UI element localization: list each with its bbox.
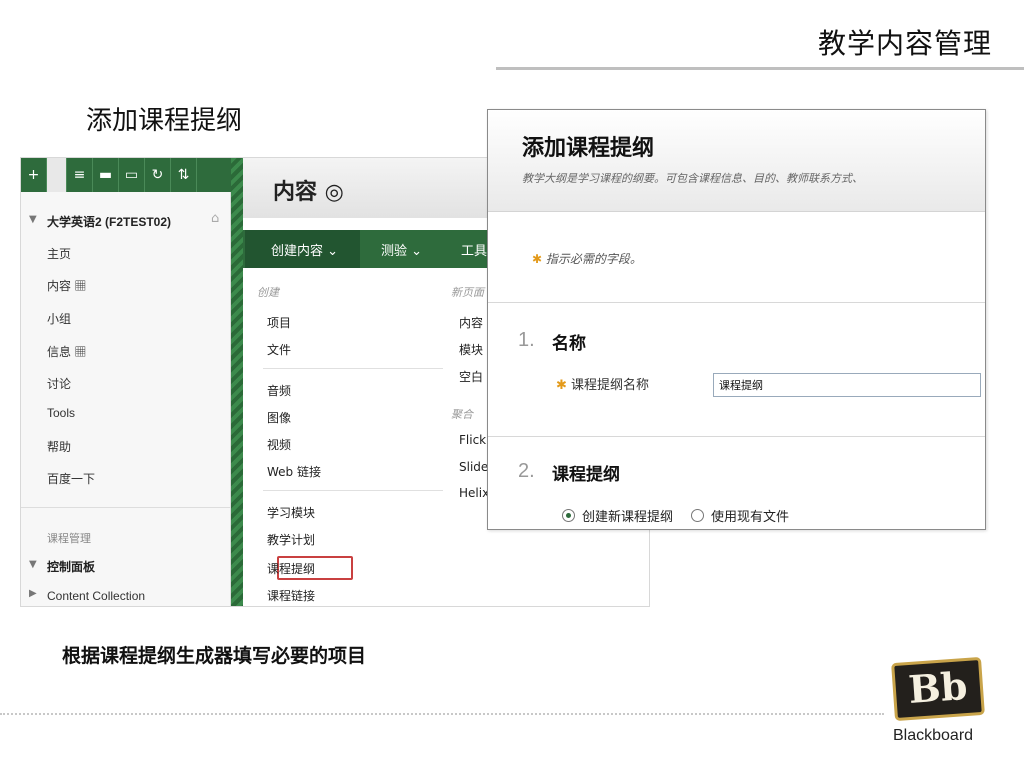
- radio-use-existing[interactable]: [691, 509, 704, 522]
- menu-item-learning-module[interactable]: 学习模块: [267, 504, 315, 521]
- dialog-description: 教学大纲是学习课程的纲要。可包含课程信息、目的、教师联系方式、: [522, 172, 863, 185]
- course-sidebar: + ≡ ▬ ▭ ↻ ⇅ ▼ 大学英语2 (F2TEST02) ⌂ 主页 内容 ▦…: [21, 158, 231, 606]
- dialog-title: 添加课程提纲: [522, 135, 655, 161]
- content-collection-item[interactable]: Content Collection: [47, 589, 145, 603]
- menu-create-heading: 创建: [257, 286, 279, 299]
- title-divider: [496, 67, 1024, 70]
- expand-triangle-icon[interactable]: ▼: [29, 214, 37, 225]
- menu-item-content-folder[interactable]: 内容: [459, 314, 483, 331]
- sidebar-item-tools[interactable]: Tools: [47, 406, 75, 420]
- step-2-title: 课程提纲: [552, 465, 620, 485]
- radio-create-new[interactable]: [562, 509, 575, 522]
- syllabus-name-label-text: 课程提纲名称: [571, 378, 650, 393]
- list-view-icon[interactable]: ≡: [67, 158, 93, 192]
- menu-item-module-page[interactable]: 模块: [459, 341, 483, 358]
- tab-assessments[interactable]: 测验 ⌄: [381, 240, 422, 259]
- step-1-number: 1.: [518, 329, 535, 351]
- menu-item-slideshare[interactable]: Slide: [459, 460, 488, 474]
- section-divider: [488, 302, 985, 303]
- section-heading: 添加课程提纲: [86, 106, 243, 136]
- step-2-number: 2.: [518, 460, 535, 482]
- required-note: ✱ 指示必需的字段。: [532, 250, 642, 267]
- sidebar-item-messages[interactable]: 信息 ▦: [47, 343, 86, 360]
- sidebar-toolbar: + ≡ ▬ ▭ ↻ ⇅: [21, 158, 231, 192]
- radio-selected-dot: [566, 513, 571, 518]
- control-panel-item[interactable]: 控制面板: [47, 558, 95, 575]
- tab-create-content[interactable]: 创建内容 ⌄: [271, 240, 338, 259]
- course-title[interactable]: 大学英语2 (F2TEST02): [47, 213, 171, 230]
- section-divider: [488, 436, 985, 437]
- syllabus-name-label: ✱ 课程提纲名称: [556, 374, 649, 393]
- required-star-icon: ✱: [532, 252, 543, 266]
- required-star-icon: ✱: [556, 378, 567, 393]
- sidebar-edge-stripe: [231, 158, 243, 606]
- menu-item-video[interactable]: 视频: [267, 436, 291, 453]
- refresh-icon[interactable]: ↻: [145, 158, 171, 192]
- menu-separator: [263, 490, 443, 491]
- blackboard-logo: Bb: [891, 656, 985, 722]
- radio-create-new-label[interactable]: 创建新课程提纲: [582, 506, 673, 525]
- sort-icon[interactable]: ⇅: [171, 158, 197, 192]
- footer-divider: [0, 713, 884, 715]
- sidebar-item-groups[interactable]: 小组: [47, 310, 71, 327]
- menu-item-item[interactable]: 项目: [267, 314, 291, 331]
- blackboard-wordmark: Blackboard: [893, 727, 974, 744]
- add-syllabus-dialog: 添加课程提纲 教学大纲是学习课程的纲要。可包含课程信息、目的、教师联系方式、 ✱…: [487, 109, 986, 530]
- menu-item-web-link[interactable]: Web 链接: [267, 463, 321, 480]
- add-menu-item-icon[interactable]: +: [21, 158, 47, 192]
- sidebar-item-home[interactable]: 主页: [47, 245, 71, 262]
- syllabus-name-input[interactable]: [713, 373, 981, 397]
- dialog-header: 添加课程提纲 教学大纲是学习课程的纲要。可包含课程信息、目的、教师联系方式、: [488, 110, 985, 212]
- menu-new-page-heading: 新页面: [451, 286, 484, 299]
- window-view-icon[interactable]: ▭: [119, 158, 145, 192]
- tab-tools[interactable]: 工具: [461, 240, 487, 259]
- slide-title: 教学内容管理: [817, 27, 992, 60]
- menu-item-lesson-plan[interactable]: 教学计划: [267, 531, 315, 548]
- home-icon[interactable]: ⌂: [211, 211, 219, 226]
- sidebar-divider: [21, 507, 231, 508]
- step-1-title: 名称: [552, 334, 586, 354]
- expand-triangle-icon[interactable]: ▼: [29, 559, 37, 570]
- menu-item-image[interactable]: 图像: [267, 409, 291, 426]
- folder-view-icon[interactable]: ▬: [93, 158, 119, 192]
- course-management-heading: 课程管理: [47, 533, 91, 545]
- sidebar-item-discussion[interactable]: 讨论: [47, 375, 71, 392]
- sidebar-item-help[interactable]: 帮助: [47, 438, 71, 455]
- collapse-triangle-icon[interactable]: ▶: [29, 588, 37, 599]
- menu-item-blank-page[interactable]: 空白: [459, 368, 483, 385]
- slide-caption: 根据课程提纲生成器填写必要的项目: [62, 645, 367, 667]
- menu-separator: [263, 368, 443, 369]
- required-note-text: 指示必需的字段。: [545, 252, 642, 266]
- sidebar-item-baidu[interactable]: 百度一下: [47, 470, 95, 487]
- menu-item-helix[interactable]: Helix: [459, 486, 489, 500]
- menu-item-course-link[interactable]: 课程链接: [267, 587, 315, 604]
- menu-item-audio[interactable]: 音频: [267, 382, 291, 399]
- menu-item-file[interactable]: 文件: [267, 341, 291, 358]
- page-title: 内容 ◎: [273, 180, 344, 205]
- toolbar-spacer: [47, 158, 67, 192]
- radio-use-existing-label[interactable]: 使用现有文件: [711, 506, 789, 525]
- menu-mashup-heading: 聚合: [451, 408, 473, 421]
- menu-item-syllabus[interactable]: 课程提纲: [267, 560, 315, 577]
- sidebar-item-content[interactable]: 内容 ▦: [47, 277, 86, 294]
